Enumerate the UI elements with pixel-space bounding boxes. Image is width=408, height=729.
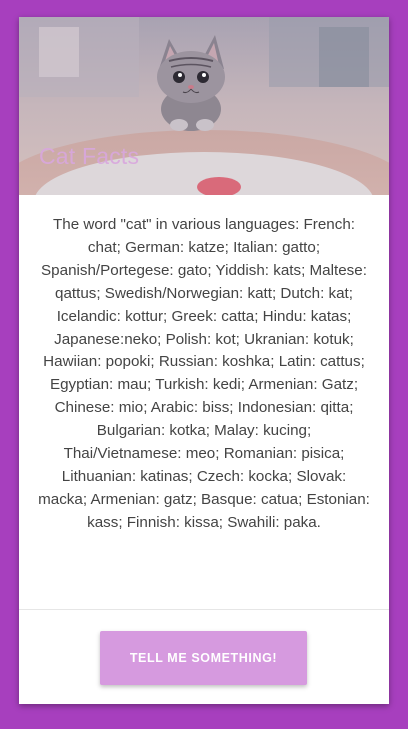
divider xyxy=(19,609,389,610)
fact-card: Cat Facts The word "cat" in various lang… xyxy=(19,17,389,704)
cat-fact-text: The word "cat" in various languages: Fre… xyxy=(38,216,370,531)
tell-me-something-button[interactable]: TELL ME SOMETHING! xyxy=(100,631,307,685)
page-title: Cat Facts xyxy=(39,143,140,169)
cat-hero-image: Cat Facts xyxy=(19,17,389,195)
